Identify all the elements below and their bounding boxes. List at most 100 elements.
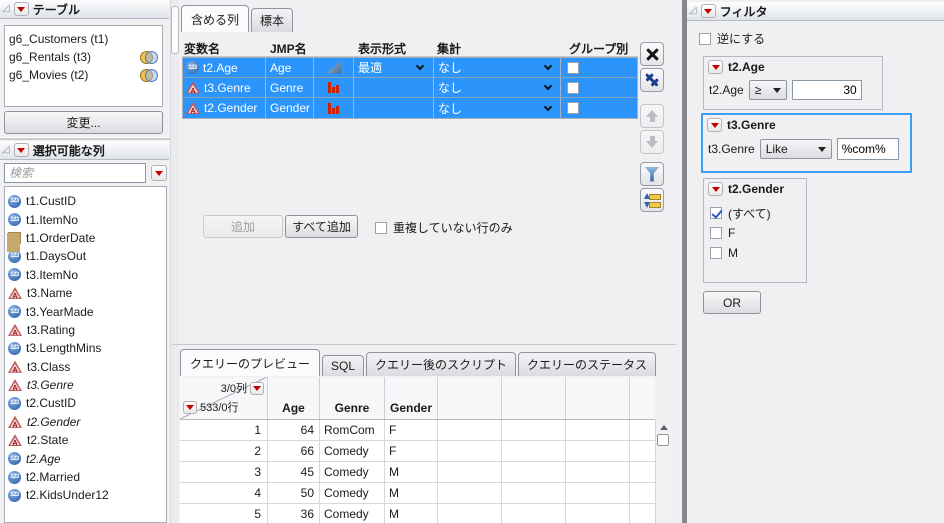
- preview-header-row: 3/0列 533/0行 Age Genre Gender: [180, 377, 655, 420]
- invert-filter-checkbox[interactable]: [699, 32, 711, 45]
- columns-menu-button[interactable]: [250, 381, 264, 395]
- filter-genre-title: t3.Genre: [727, 118, 776, 132]
- collapse-triangle-icon[interactable]: ◿: [689, 6, 697, 16]
- columns-panel-title: 選択可能な列: [32, 143, 105, 158]
- column-list-item[interactable]: t3.Class: [5, 358, 166, 376]
- filter-genre-menu-button[interactable]: [707, 118, 722, 132]
- horizontal-splitter[interactable]: [172, 344, 676, 345]
- tab-post-query-script[interactable]: クエリー後のスクリプト: [366, 352, 517, 376]
- column-list-item[interactable]: t2.Age: [5, 449, 166, 467]
- group-by-checkbox[interactable]: [567, 81, 579, 94]
- order-columns-button[interactable]: [640, 188, 664, 212]
- aggregation-dropdown[interactable]: なし: [434, 78, 561, 97]
- column-list-item[interactable]: t1.OrderDate: [5, 229, 166, 247]
- panel-splitter[interactable]: [0, 137, 170, 140]
- column-list-item[interactable]: t2.CustID: [5, 394, 166, 412]
- tables-menu-button[interactable]: [13, 2, 29, 16]
- arrow-up-icon: [646, 110, 658, 122]
- column-list-item[interactable]: t2.State: [5, 431, 166, 449]
- scrollbar-thumb[interactable]: [171, 6, 179, 54]
- tab-query-preview[interactable]: クエリーのプレビュー: [180, 349, 321, 376]
- age-value-input[interactable]: [791, 80, 862, 100]
- join-venn-icon[interactable]: [140, 69, 158, 82]
- filter-age-menu-button[interactable]: [708, 60, 723, 74]
- column-list-item[interactable]: t1.CustID: [5, 192, 166, 210]
- nominal-modeling-icon[interactable]: [328, 82, 339, 93]
- grid-row-selected[interactable]: t2.Gender Gender なし: [183, 98, 637, 118]
- tab-query-status[interactable]: クエリーのステータス: [518, 352, 657, 376]
- preview-scrollbar[interactable]: [655, 420, 671, 523]
- column-list-item[interactable]: t1.ItemNo: [5, 210, 166, 228]
- move-down-button[interactable]: [640, 130, 664, 154]
- column-list-item[interactable]: t2.Gender: [5, 413, 166, 431]
- filter-menu-button[interactable]: [700, 4, 716, 18]
- preview-column-header[interactable]: Genre: [320, 377, 385, 419]
- columns-menu-button[interactable]: [13, 143, 29, 157]
- grid-row-selected[interactable]: t2.Age Age 最適 なし: [183, 58, 637, 78]
- variable-name: t2.Age: [203, 60, 238, 75]
- preview-column-header[interactable]: Gender: [385, 377, 438, 419]
- search-input[interactable]: [4, 163, 146, 183]
- column-list-item[interactable]: t1.DaysOut: [5, 247, 166, 265]
- age-operator-dropdown[interactable]: ≥: [748, 80, 787, 100]
- filter-gender-menu-button[interactable]: [708, 182, 723, 196]
- tab-sample[interactable]: 標本: [251, 8, 294, 32]
- tab-included-columns[interactable]: 含める列: [181, 5, 250, 32]
- collapse-triangle-icon[interactable]: ◿: [2, 4, 10, 14]
- join-venn-icon[interactable]: [140, 51, 158, 64]
- remove-all-columns-button[interactable]: [640, 68, 664, 92]
- group-by-checkbox[interactable]: [567, 102, 579, 114]
- table-list-item[interactable]: g6_Customers (t1): [5, 30, 162, 48]
- tab-sql[interactable]: SQL: [322, 355, 365, 376]
- move-up-button[interactable]: [640, 104, 664, 128]
- column-list-item[interactable]: t3.YearMade: [5, 302, 166, 320]
- left-scrollbar[interactable]: [170, 0, 179, 523]
- change-tables-button[interactable]: 変更...: [4, 111, 163, 134]
- scrollbar-thumb[interactable]: [657, 434, 669, 446]
- columns-count-badge: 3/0列: [220, 383, 247, 395]
- column-list-item[interactable]: t3.ItemNo: [5, 266, 166, 284]
- preview-column-header[interactable]: Age: [268, 377, 320, 419]
- character-column-icon: [186, 81, 200, 94]
- table-list-item[interactable]: g6_Movies (t2): [5, 66, 162, 84]
- rows-menu-button[interactable]: [183, 400, 197, 414]
- aggregation-dropdown[interactable]: なし: [434, 58, 561, 77]
- grid-row-selected[interactable]: t3.Genre Genre なし: [183, 78, 637, 98]
- column-list-item[interactable]: t2.Married: [5, 468, 166, 486]
- continuous-modeling-icon[interactable]: [326, 61, 341, 74]
- column-list-item[interactable]: t3.Name: [5, 284, 166, 302]
- numeric-column-icon: [8, 194, 21, 208]
- format-value: 最適: [358, 61, 383, 75]
- column-list-item[interactable]: t3.LengthMins: [5, 339, 166, 357]
- distinct-rows-checkbox[interactable]: [375, 221, 387, 234]
- add-all-button[interactable]: すべて追加: [285, 215, 358, 238]
- remove-column-button[interactable]: [640, 42, 664, 66]
- included-columns-tabbar: 含める列 標本: [181, 5, 295, 32]
- add-button[interactable]: 追加: [203, 215, 283, 238]
- search-menu-button[interactable]: [151, 165, 167, 181]
- vertical-splitter[interactable]: [682, 0, 687, 523]
- column-label: t1.OrderDate: [26, 230, 96, 245]
- or-button[interactable]: OR: [703, 291, 761, 314]
- genre-operator-dropdown[interactable]: Like: [759, 139, 832, 159]
- filter-button[interactable]: [640, 162, 664, 186]
- column-list-item[interactable]: t3.Rating: [5, 321, 166, 339]
- aggregation-dropdown[interactable]: なし: [434, 98, 561, 118]
- collapse-triangle-icon[interactable]: ◿: [2, 145, 10, 155]
- filter-box-genre-selected[interactable]: t3.Genre t3.Genre Like: [701, 113, 912, 173]
- group-by-checkbox[interactable]: [567, 61, 579, 74]
- format-dropdown[interactable]: 最適: [354, 58, 434, 77]
- dropdown-arrow-icon: [772, 87, 781, 93]
- scroll-up-arrow-icon[interactable]: [660, 425, 668, 430]
- gender-m-checkbox[interactable]: [710, 247, 722, 259]
- table-list-item[interactable]: g6_Rentals (t3): [5, 48, 162, 66]
- gender-all-checkbox[interactable]: [710, 207, 722, 219]
- red-triangle-icon: [704, 8, 713, 14]
- red-triangle-icon: [17, 147, 26, 153]
- column-list-item[interactable]: t2.KidsUnder12: [5, 486, 166, 504]
- gender-f-checkbox[interactable]: [710, 227, 722, 239]
- nominal-modeling-icon[interactable]: [328, 102, 339, 114]
- sort-icon: [644, 192, 661, 208]
- column-list-item[interactable]: t3.Genre: [5, 376, 166, 394]
- genre-value-input[interactable]: [836, 138, 899, 160]
